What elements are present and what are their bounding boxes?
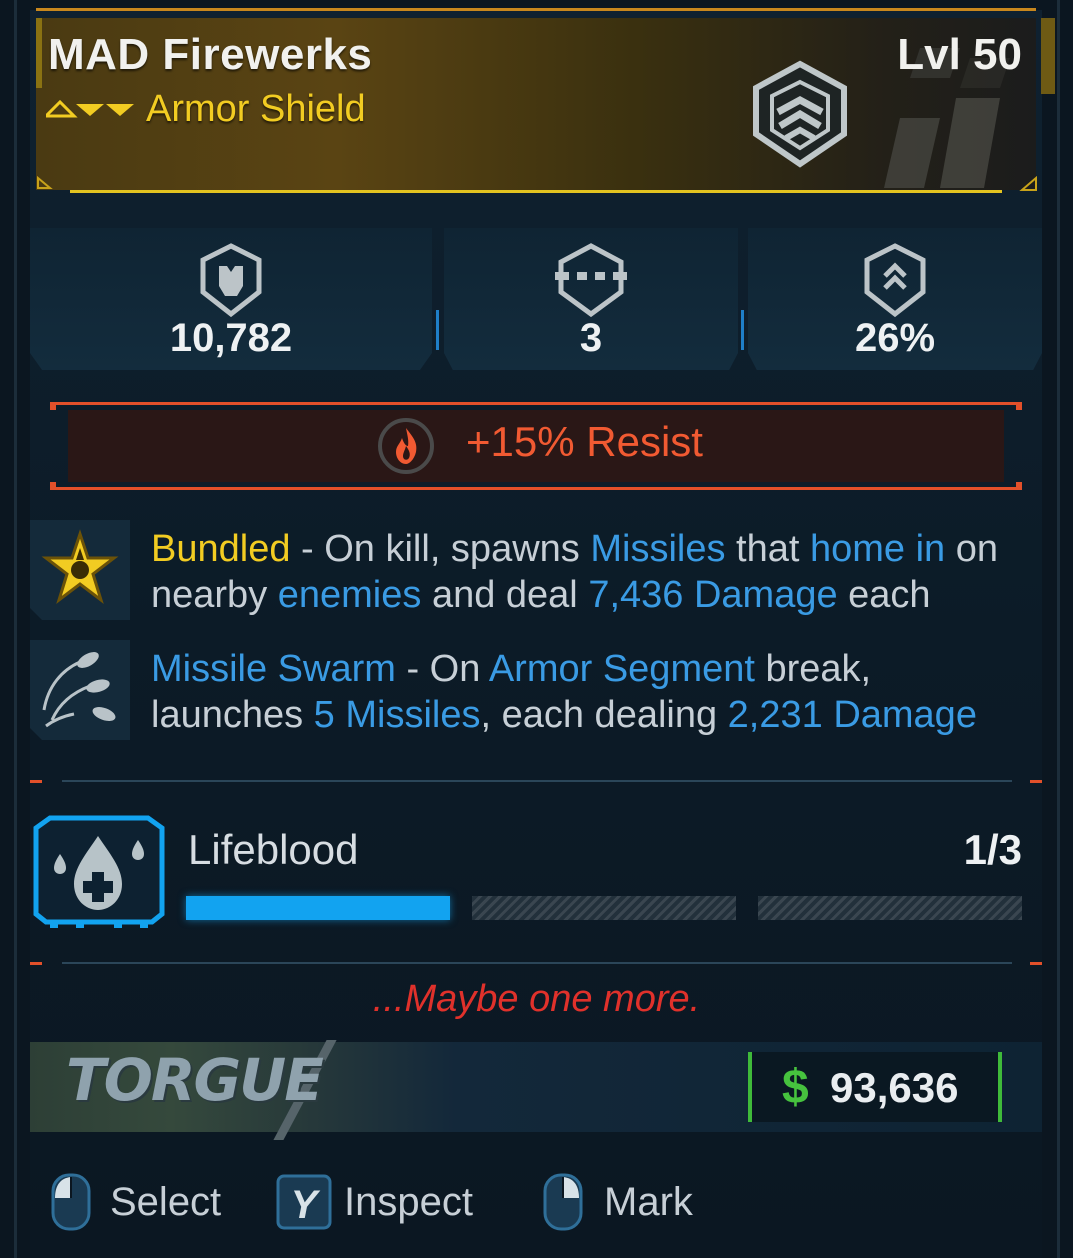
perk-name: Missile Swarm (151, 648, 396, 690)
y-key-icon: Y (276, 1174, 332, 1230)
stat-recharge: 26% (748, 228, 1042, 370)
select-button[interactable]: Select (50, 1172, 221, 1232)
currency-icon: $ (782, 1061, 809, 1114)
perk-keyword: enemies (277, 574, 422, 616)
perk-text-part: each (837, 574, 931, 616)
armor-segments-icon (555, 243, 627, 318)
stat-recharge-value: 26% (854, 316, 936, 360)
resist-corner (1016, 482, 1022, 490)
fire-icon (378, 418, 434, 474)
armor-shield-icon (753, 60, 847, 168)
perk-text-part: , each dealing (480, 694, 728, 736)
lifeblood-drop-icon (33, 815, 165, 928)
inspect-button[interactable]: Y Inspect (276, 1172, 473, 1232)
perk-icon-box (30, 520, 130, 620)
stat-separator (741, 310, 744, 350)
perk-icon-box (30, 640, 130, 740)
resist-text: +15% Resist (466, 418, 703, 465)
mark-button[interactable]: Mark (542, 1172, 693, 1232)
item-level: Lvl 50 (897, 30, 1022, 79)
stat-capacity: 10,782 (30, 228, 432, 370)
manufacturer-logo: TORGUE (66, 1046, 324, 1114)
divider-tick (30, 962, 42, 965)
mouse-left-icon (51, 1173, 91, 1231)
progress-segment-filled (186, 896, 450, 920)
item-name: MAD Firewerks (48, 30, 373, 79)
mark-label: Mark (604, 1179, 693, 1224)
outer-frame-right (1057, 0, 1060, 1258)
inspect-key: Y (291, 1183, 321, 1227)
perk-keyword: 2,231 Damage (727, 694, 977, 736)
header-corner-right (1019, 176, 1037, 191)
lifeblood-label: Lifeblood (188, 826, 359, 873)
item-type: Armor Shield (146, 88, 366, 130)
section-divider (62, 962, 1012, 964)
progress-segment-empty (472, 896, 736, 920)
perk-keyword: home in (809, 528, 946, 570)
perk-name: Bundled (151, 528, 291, 570)
recharge-rate-icon (864, 243, 926, 318)
stat-capacity-value: 10,782 (169, 316, 293, 360)
divider-tick (1030, 780, 1042, 783)
perk-keyword: 5 Missiles (313, 694, 481, 736)
resist-corner (1016, 402, 1022, 410)
select-label: Select (110, 1179, 222, 1224)
header-corner-left (37, 176, 53, 189)
perk-keyword: Armor Segment (488, 648, 755, 690)
outer-frame-left (14, 0, 17, 1258)
missile-swarm-icon (42, 652, 116, 728)
header-top-line (36, 8, 1036, 11)
perk-text-part: - On kill, spawns (290, 528, 591, 570)
perk-text-part: that (725, 528, 810, 570)
mouse-right-icon (543, 1173, 583, 1231)
divider-tick (1030, 962, 1042, 965)
stat-separator (436, 310, 439, 350)
divider-tick (30, 780, 42, 783)
lifeblood-count: 1/3 (963, 826, 1022, 873)
inspect-label: Inspect (344, 1179, 473, 1224)
price-value: 93,636 (830, 1064, 959, 1111)
perk-text-part: - On (395, 648, 489, 690)
stat-segments-value: 3 (579, 316, 603, 360)
bundled-star-icon (41, 529, 119, 605)
perk-keyword: Missiles (590, 528, 726, 570)
stat-segments: 3 (444, 228, 738, 370)
perk-keyword: 7,436 Damage (588, 574, 838, 616)
rarity-chevrons-icon (46, 100, 134, 118)
resist-corner (50, 482, 56, 490)
perk-missile-swarm-description: Missile Swarm - On Armor Segment break, … (151, 646, 1031, 738)
progress-segment-empty (758, 896, 1022, 920)
flavor-text: ...Maybe one more. (372, 978, 701, 1020)
shield-capacity-icon (200, 243, 262, 318)
header-bottom-line (70, 190, 1002, 193)
header-accent-right (1041, 18, 1055, 94)
resist-corner (50, 402, 56, 410)
header-accent-left (36, 18, 42, 88)
perk-bundled-description: Bundled - On kill, spawns Missiles that … (151, 526, 1031, 618)
perk-text-part: and deal (421, 574, 589, 616)
section-divider (62, 780, 1012, 782)
